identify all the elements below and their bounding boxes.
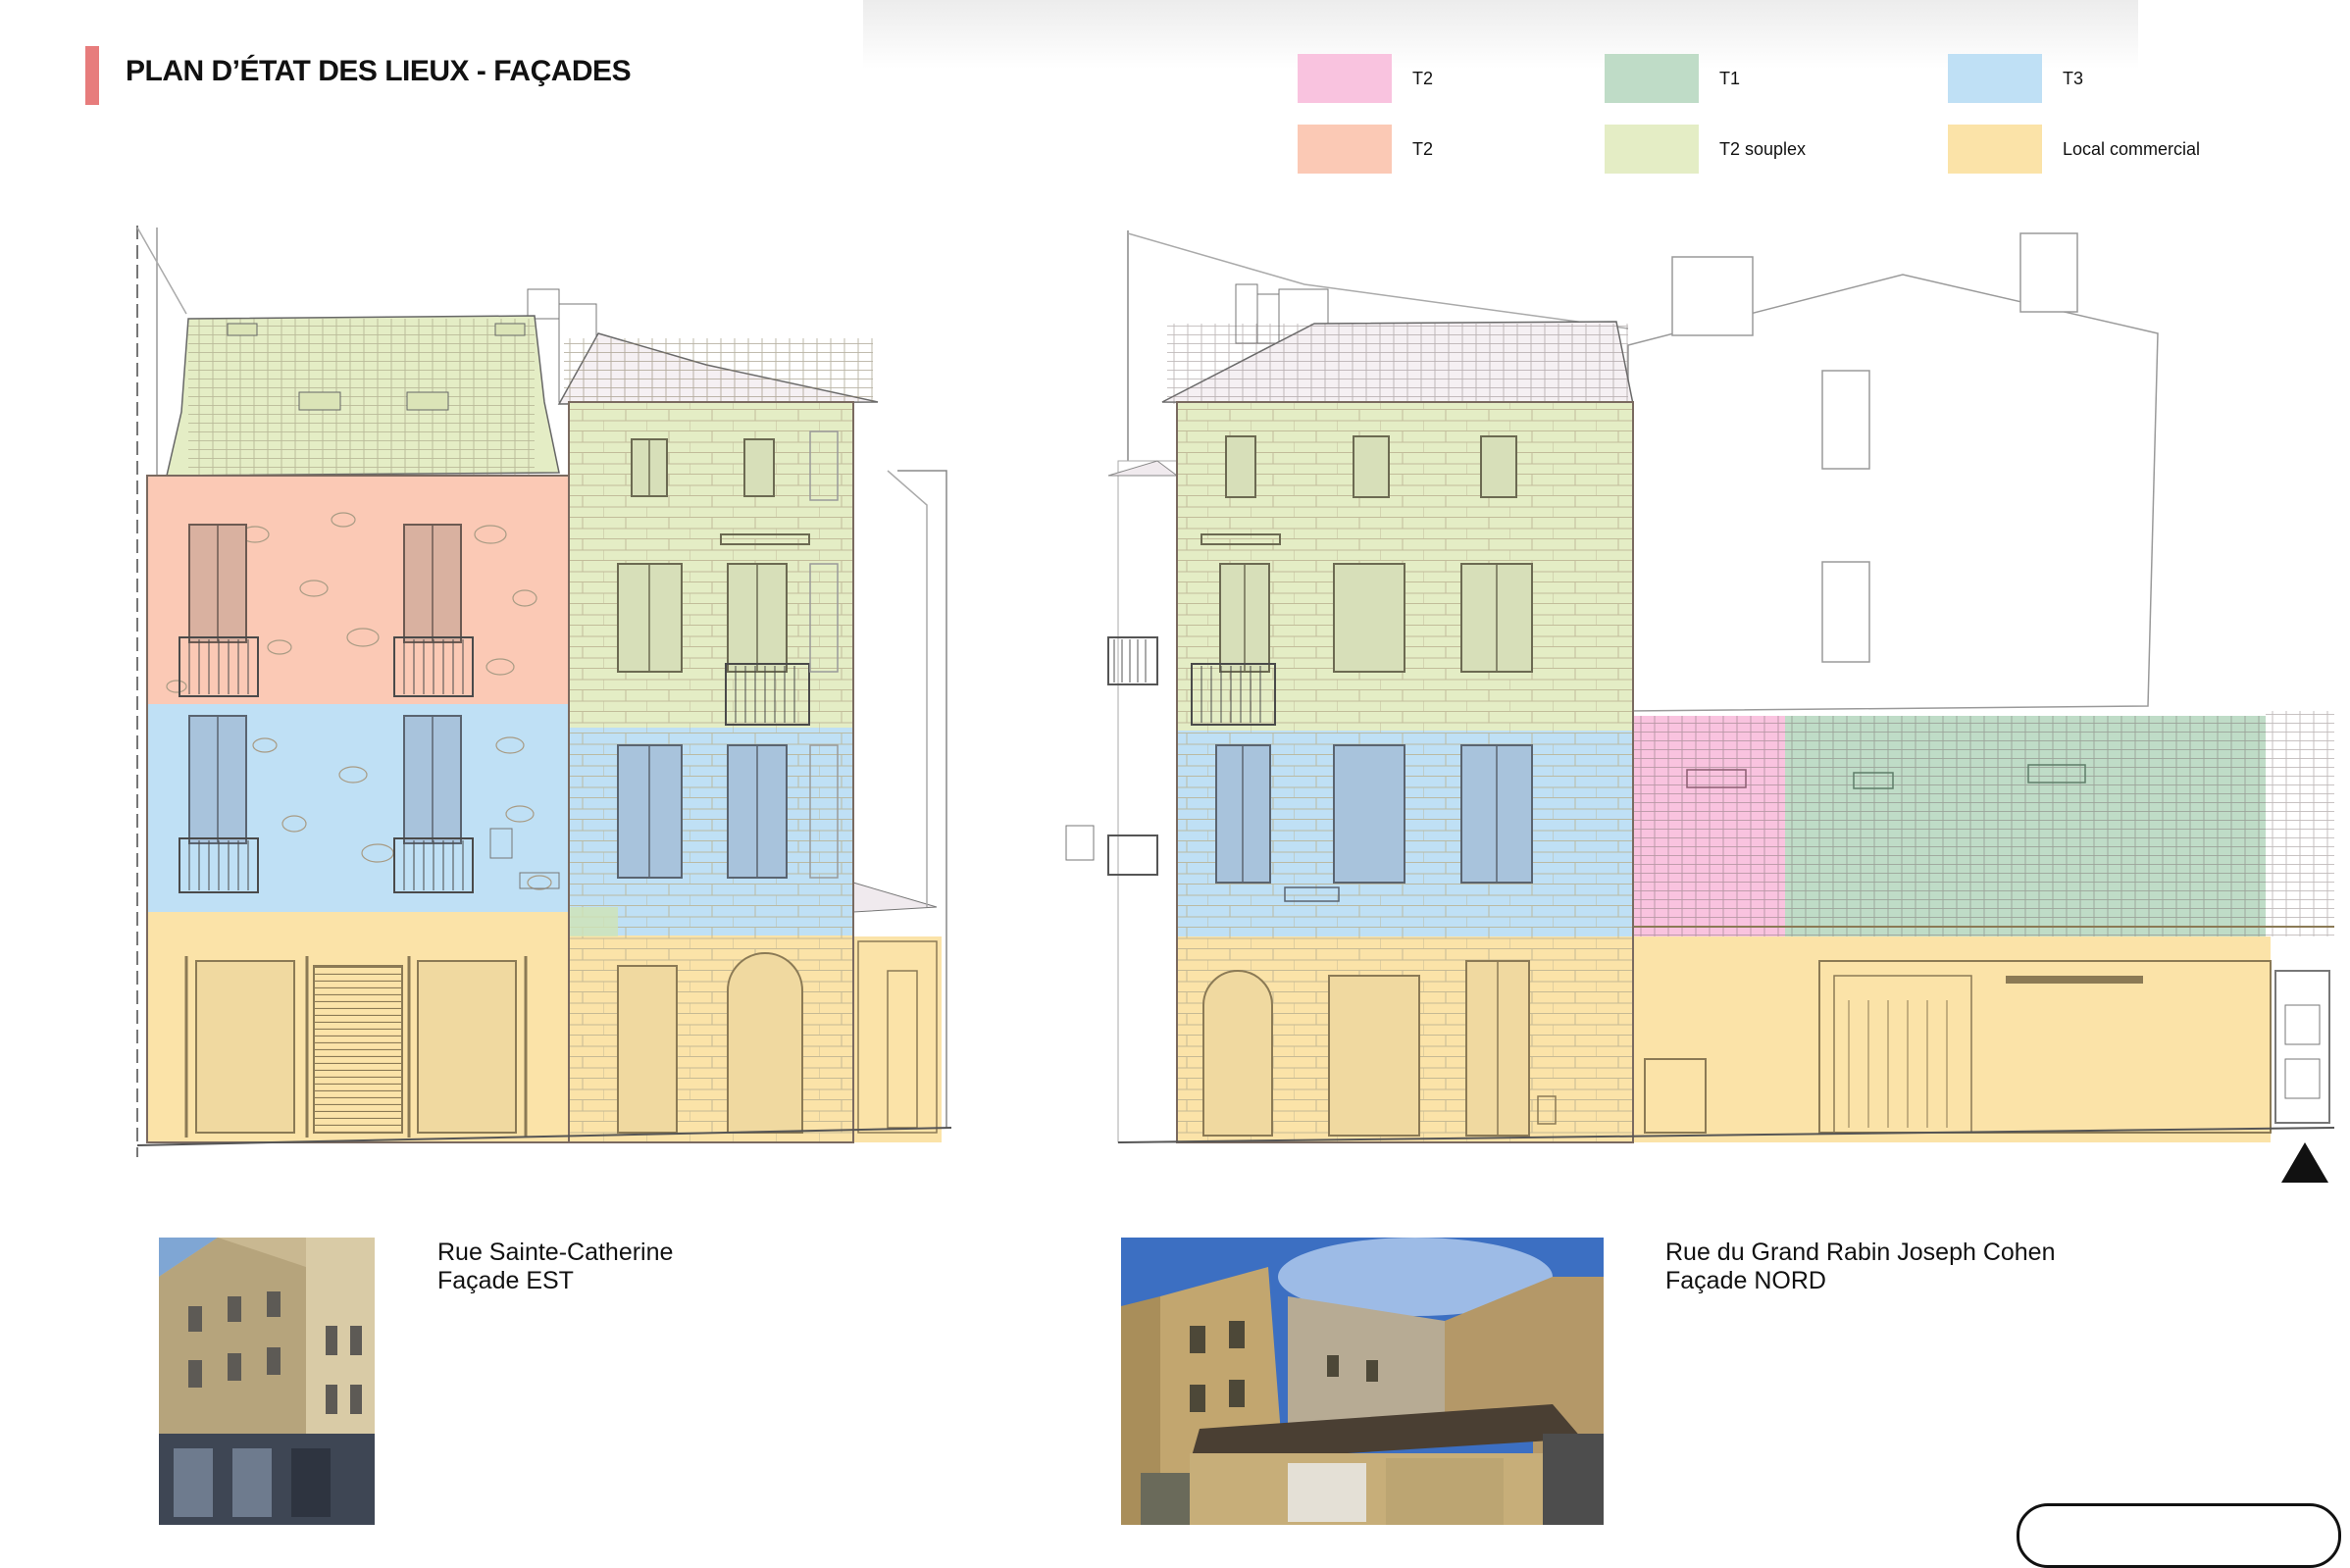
- legend-swatch: [1298, 54, 1392, 103]
- page-title: PLAN D’ÉTAT DES LIEUX - FAÇADES: [126, 55, 632, 87]
- street-name: Rue du Grand Rabin Joseph Cohen: [1665, 1239, 2056, 1266]
- legend-label: T3: [2063, 69, 2084, 88]
- facade-est-drawing: [136, 226, 952, 1157]
- north-arrow-icon: [2281, 1142, 2328, 1183]
- facade-nord-caption: Rue du Grand Rabin Joseph Cohen Façade N…: [1665, 1239, 2056, 1295]
- title-accent-bar: [85, 46, 99, 105]
- facade-est-caption: Rue Sainte-Catherine Façade EST: [437, 1239, 673, 1295]
- legend-swatch: [1605, 54, 1699, 103]
- header-shadow: [863, 0, 2138, 69]
- legend-label: T2 souplex: [1719, 139, 1807, 159]
- navigation-button[interactable]: [2017, 1503, 2341, 1568]
- legend-swatch: [1298, 125, 1392, 174]
- facade-orientation: Façade EST: [437, 1267, 574, 1294]
- legend-label: Local commercial: [2063, 139, 2201, 159]
- facade-nord-photo: [1121, 1238, 1604, 1525]
- legend-label: T2: [1412, 139, 1434, 159]
- facade-orientation: Façade NORD: [1665, 1267, 1826, 1294]
- legend-label: T1: [1719, 69, 1741, 88]
- legend-swatch: [1948, 54, 2042, 103]
- legend-swatch: [1948, 125, 2042, 174]
- facade-est-photo: [159, 1238, 375, 1525]
- facade-nord-drawing: [1065, 230, 2335, 1143]
- legend-label: T2: [1412, 69, 1434, 88]
- legend-swatch: [1605, 125, 1699, 174]
- street-name: Rue Sainte-Catherine: [437, 1239, 674, 1266]
